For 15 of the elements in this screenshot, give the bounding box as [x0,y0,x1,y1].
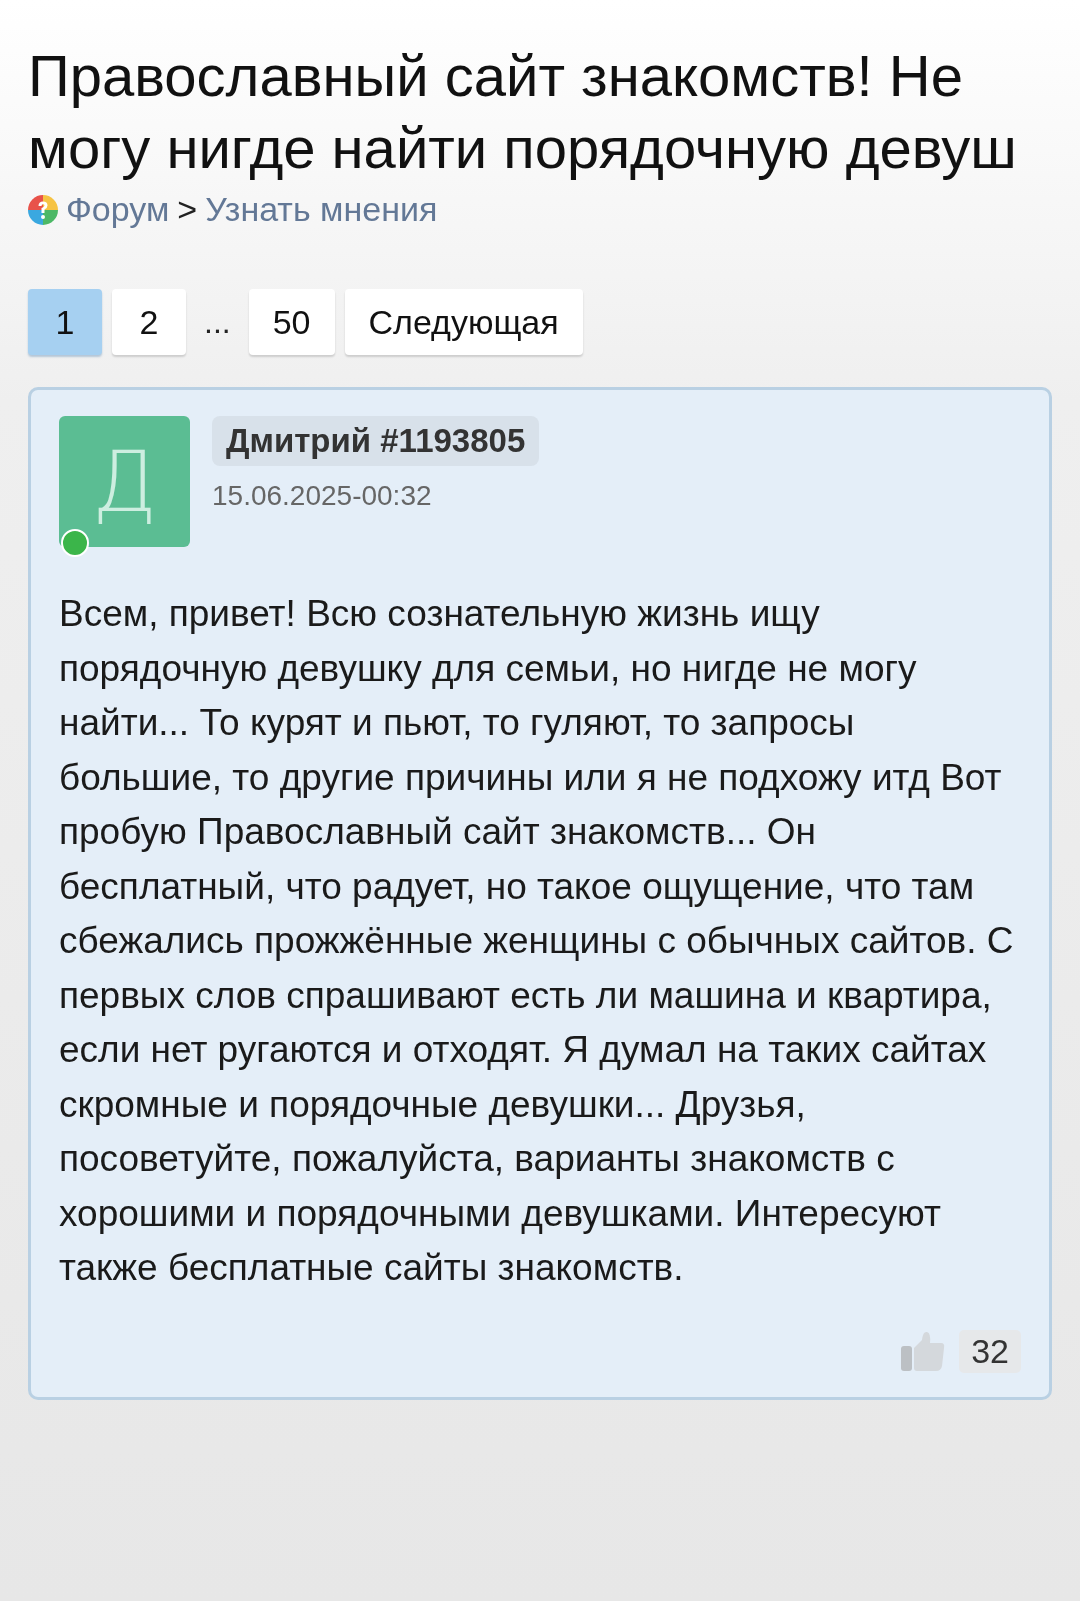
page-button[interactable]: 50 [248,289,335,355]
like-count: 32 [959,1329,1021,1373]
breadcrumb-link[interactable]: Узнать мнения [205,190,438,229]
question-icon [28,194,58,225]
post-date: 15.06.2025-00:32 [212,480,432,512]
page-button[interactable]: 1 [28,289,102,355]
page-ellipsis: ... [203,303,232,341]
page-button[interactable]: Следующая [344,289,583,355]
breadcrumb-link[interactable]: Форум [66,190,170,229]
author-name[interactable]: Дмитрий #1193805 [212,416,540,466]
breadcrumb-separator: > [177,190,198,229]
thumbs-up-icon[interactable] [901,1331,946,1371]
page-title: Православный сайт знакомств! Не могу нигде найти порядочную девуш [28,42,1018,182]
page-button[interactable]: 2 [112,289,186,355]
post-text: Всем, привет! Всю сознательную жизнь ищу порядочную девушку для семьи, но нигде не могу найти... То курят и пьют, то гуляют, то запросы большие, то другие причины или я не подхожу итд Вот пробую Православный сайт знакомств... Он бесплатный, что радует, но такое ощущение, что там сбежались прожжённые женщины с обычных сайтов. С первых слов спрашивают есть ли машина и квартира, если нет ругаются и отходят. Я думал на таких сайтах скромные и порядочные девушки... Друзья, посоветуйте, пожалуйста, варианты знакомств с хорошими и порядочными девушками. Интересуют также бесплатные сайты знакомств. [59,592,1015,1290]
